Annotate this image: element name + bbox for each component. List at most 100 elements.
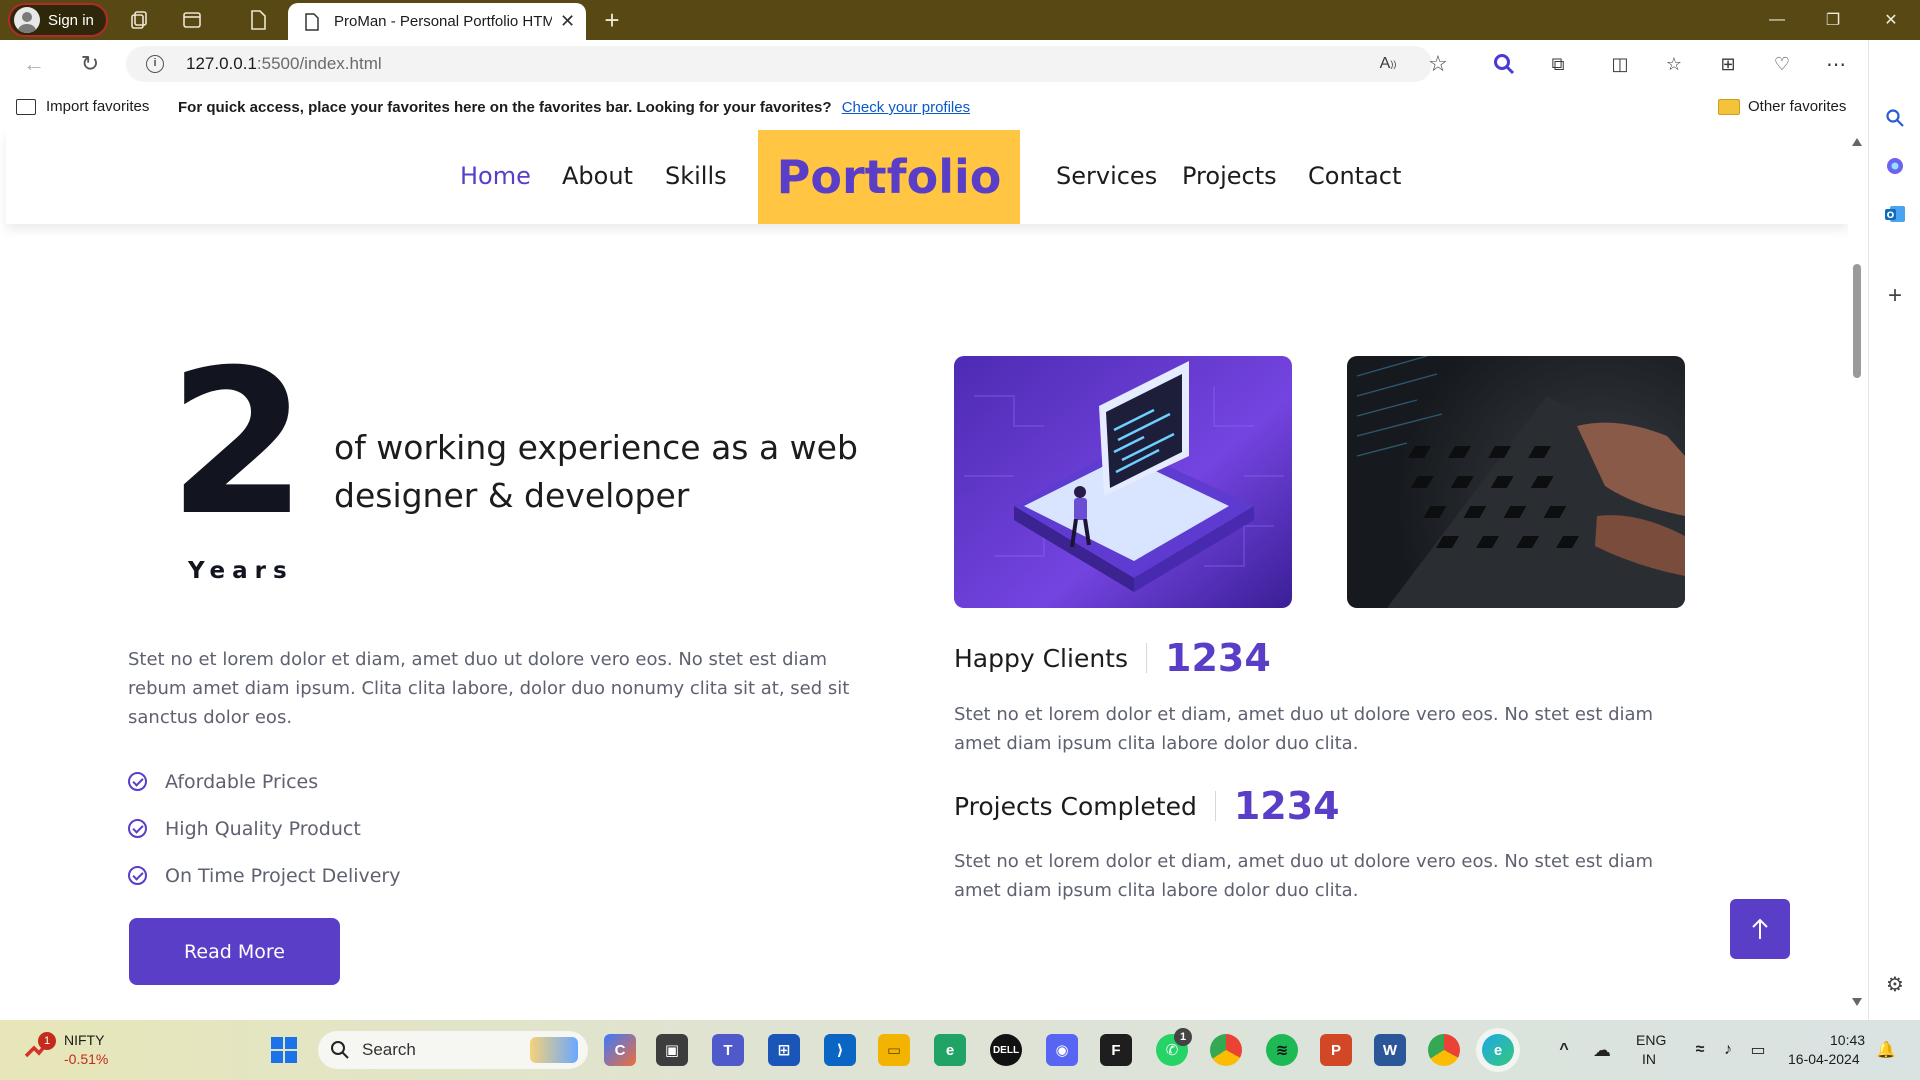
taskbar-search-box[interactable]: Search <box>318 1031 588 1069</box>
spotify-icon[interactable]: ≋ <box>1266 1034 1298 1066</box>
address-bar-row: ← ↻ i 127.0.0.1:5500/index.html A)) ☆ ⧉ … <box>0 40 1920 88</box>
file-explorer-icon[interactable]: ▭ <box>878 1034 910 1066</box>
favorites-icon[interactable]: ☆ <box>1660 50 1688 78</box>
nav-link-services[interactable]: Services <box>1056 162 1157 190</box>
tab-actions-icon[interactable] <box>180 8 204 32</box>
edge-dev-icon[interactable]: e <box>934 1034 966 1066</box>
sign-in-button[interactable]: Sign in <box>8 3 108 37</box>
stock-badge: 1 <box>38 1032 56 1050</box>
browser-essentials-icon[interactable]: ♡ <box>1768 50 1796 78</box>
inactive-tab-page-icon[interactable] <box>246 8 270 32</box>
profile-avatar-icon <box>14 7 40 33</box>
nav-link-skills[interactable]: Skills <box>665 162 727 190</box>
tab-title: ProMan - Personal Portfolio HTML Templat… <box>334 13 552 30</box>
experience-years-number: 2 <box>168 327 308 560</box>
split-screen-icon[interactable]: ◫ <box>1606 50 1634 78</box>
chrome-profile-icon[interactable] <box>1428 1034 1460 1066</box>
back-icon[interactable]: ← <box>20 50 48 78</box>
whatsapp-icon[interactable]: ✆ 1 <box>1156 1028 1192 1066</box>
search-label: Search <box>362 1040 416 1059</box>
task-view-icon[interactable]: ▣ <box>656 1034 688 1066</box>
close-window-icon[interactable]: ✕ <box>1876 6 1906 34</box>
nav-link-home[interactable]: Home <box>460 162 531 190</box>
language-top[interactable]: ENG <box>1636 1032 1666 1048</box>
bing-search-icon[interactable] <box>1490 50 1518 78</box>
import-favorites-button[interactable]: Import favorites <box>16 98 149 115</box>
stat-description: Stet no et lorem dolor et diam, amet duo… <box>954 851 1654 901</box>
more-options-icon[interactable]: ⋯ <box>1822 50 1850 78</box>
figma-icon[interactable]: F <box>1100 1034 1132 1066</box>
scroll-up-arrow-icon[interactable] <box>1852 138 1862 146</box>
collections-icon[interactable]: ⊞ <box>1714 50 1742 78</box>
site-navbar: Home About Skills Portfolio Services Pro… <box>6 130 1848 224</box>
clock-time[interactable]: 10:43 <box>1830 1032 1865 1048</box>
scroll-down-arrow-icon[interactable] <box>1852 998 1862 1006</box>
feature-list: Afordable Prices High Quality Product On… <box>128 758 401 899</box>
favorites-bar: Import favorites For quick access, place… <box>0 88 1880 128</box>
new-tab-icon[interactable]: + <box>600 5 624 35</box>
stock-widget-icon[interactable]: 1 <box>22 1032 56 1064</box>
chrome-icon[interactable] <box>1210 1034 1242 1066</box>
url-path: :5500/index.html <box>256 54 382 73</box>
powerpoint-icon[interactable]: P <box>1320 1034 1352 1066</box>
nav-link-about[interactable]: About <box>562 162 633 190</box>
page-scrollbar[interactable] <box>1848 130 1866 1018</box>
language-bottom: IN <box>1642 1051 1656 1067</box>
nav-link-contact[interactable]: Contact <box>1308 162 1401 190</box>
other-favorites-button[interactable]: Other favorites <box>1718 98 1846 115</box>
minimize-icon[interactable]: — <box>1762 6 1792 34</box>
vscode-icon[interactable]: ⟩ <box>824 1034 856 1066</box>
page-viewport: Home About Skills Portfolio Services Pro… <box>0 128 1866 1020</box>
onedrive-icon[interactable]: ☁ <box>1586 1034 1618 1066</box>
experience-heading: of working experience as a web designer … <box>334 428 858 515</box>
edge-icon[interactable]: e <box>1482 1034 1514 1066</box>
sidebar-copilot-icon[interactable] <box>1881 152 1909 180</box>
stock-name[interactable]: NIFTY <box>64 1032 104 1048</box>
read-more-label: Read More <box>184 940 285 963</box>
favorite-star-icon[interactable]: ☆ <box>1424 50 1452 78</box>
volume-icon[interactable]: ♪ <box>1712 1034 1744 1066</box>
sidebar-outlook-icon[interactable]: O <box>1881 200 1909 228</box>
discord-icon[interactable]: ◉ <box>1046 1034 1078 1066</box>
nav-link-projects[interactable]: Projects <box>1182 162 1277 190</box>
tab-active[interactable]: ProMan - Personal Portfolio HTML Templat… <box>288 3 586 40</box>
copilot-app-icon[interactable]: C <box>604 1034 636 1066</box>
extensions-icon[interactable]: ⧉ <box>1544 50 1572 78</box>
site-info-icon[interactable]: i <box>146 55 164 73</box>
check-circle-icon <box>128 772 147 791</box>
word-icon[interactable]: W <box>1374 1034 1406 1066</box>
import-icon <box>16 98 36 115</box>
url-field[interactable]: i 127.0.0.1:5500/index.html <box>126 46 1432 82</box>
feature-label: Afordable Prices <box>165 770 319 793</box>
store-icon[interactable]: ⊞ <box>768 1034 800 1066</box>
feature-item: High Quality Product <box>128 805 401 852</box>
scrollbar-thumb[interactable] <box>1853 264 1861 378</box>
restore-icon[interactable]: ❐ <box>1818 6 1848 34</box>
sidebar-add-icon[interactable]: + <box>1881 282 1909 310</box>
folder-icon <box>1718 98 1740 115</box>
refresh-icon[interactable]: ↻ <box>76 50 104 78</box>
tab-close-icon[interactable]: ✕ <box>560 11 575 32</box>
page-icon <box>305 12 319 31</box>
show-hidden-icons-icon[interactable]: ^ <box>1548 1034 1580 1066</box>
sidebar-settings-icon[interactable]: ⚙ <box>1881 970 1909 998</box>
browser-tab-bar: Sign in ProMan - Personal Portfolio HTML… <box>0 0 1920 40</box>
stat-label: Happy Clients <box>954 643 1128 673</box>
check-profiles-link[interactable]: Check your profiles <box>842 99 970 116</box>
windows-start-icon[interactable] <box>268 1034 300 1066</box>
read-aloud-icon[interactable]: A)) <box>1374 50 1402 78</box>
stat-value: 1234 <box>1165 636 1271 680</box>
workspaces-icon[interactable] <box>128 8 152 32</box>
stat-divider <box>1214 791 1216 821</box>
dell-icon[interactable]: DELL <box>990 1034 1022 1066</box>
stat-projects-completed: Projects Completed 1234 <box>954 784 1340 828</box>
svg-text:O: O <box>1887 211 1895 221</box>
notification-bell-icon[interactable]: 🔔 <box>1870 1034 1902 1066</box>
back-to-top-button[interactable] <box>1730 899 1790 959</box>
sidebar-search-icon[interactable] <box>1881 104 1909 132</box>
feature-item: Afordable Prices <box>128 758 401 805</box>
battery-icon[interactable]: ▭ <box>1742 1034 1774 1066</box>
teams-icon[interactable]: T <box>712 1034 744 1066</box>
read-more-button[interactable]: Read More <box>129 918 340 985</box>
site-brand-logo[interactable]: Portfolio <box>758 130 1020 224</box>
